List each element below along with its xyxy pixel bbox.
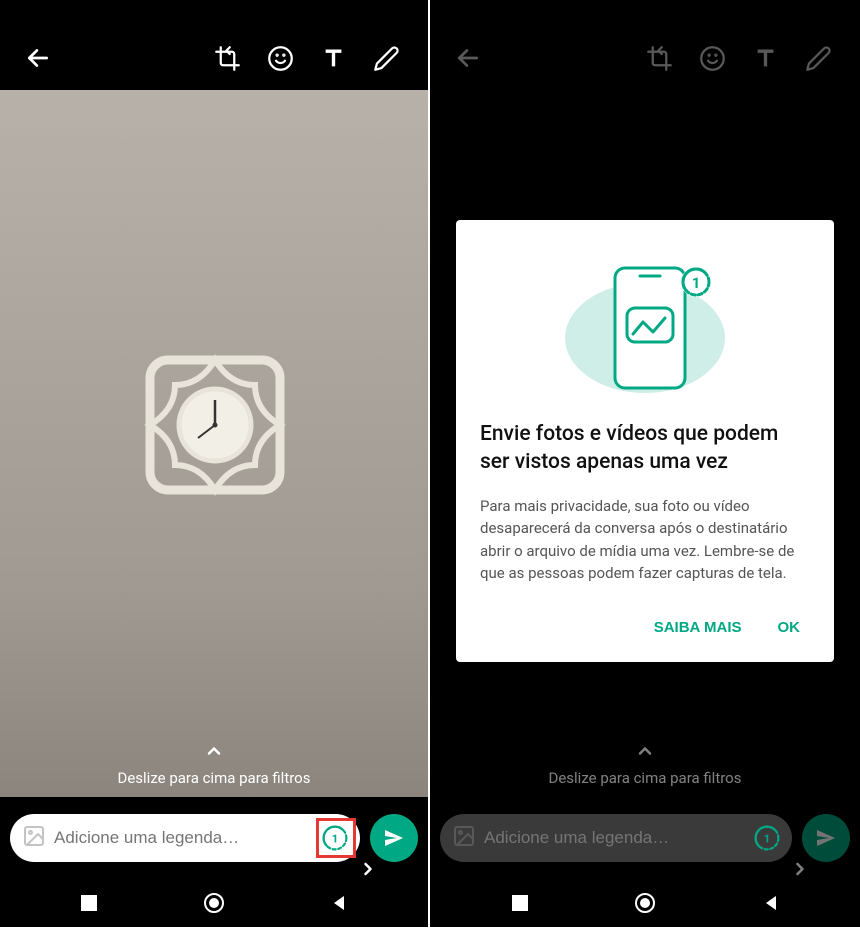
caption-row: 1 [440,814,850,862]
crop-rotate-button[interactable] [633,35,686,86]
text-button[interactable] [307,35,360,86]
caption-row: 1 [10,814,418,862]
screen-view-once-dialog: Deslize para cima para filtros 1 [430,0,860,927]
chevron-up-icon [635,741,655,761]
ok-button[interactable]: OK [774,611,805,644]
dialog-actions: SAIBA MAIS OK [480,611,810,650]
view-once-info-dialog: 1 Envie fotos e vídeos que podem ser vis… [456,220,834,662]
chevron-up-icon [204,741,224,761]
wall-clock-photo [140,350,290,500]
send-icon [382,826,406,850]
editor-toolbar [0,0,428,90]
swipe-hint: Deslize para cima para filtros [0,741,428,787]
tutorial-highlight [316,818,356,858]
emoji-button[interactable] [254,35,307,86]
text-button[interactable] [739,35,792,86]
home-icon [203,892,225,914]
dialog-body: Para mais privacidade, sua foto ou vídeo… [480,495,810,585]
crop-rotate-icon [646,45,673,72]
android-nav-bar [0,882,428,927]
text-icon [752,45,779,72]
caption-input[interactable] [54,828,318,848]
send-button[interactable] [370,814,418,862]
view-once-icon: 1 [753,824,781,852]
recent-apps-button[interactable] [486,884,554,926]
svg-text:1: 1 [692,274,701,292]
back-button[interactable] [445,35,491,85]
caption-input[interactable] [484,828,750,848]
chevron-right-icon [790,859,810,883]
home-icon [634,892,656,914]
crop-rotate-button[interactable] [201,35,254,86]
pencil-icon [805,45,832,72]
view-once-button[interactable]: 1 [750,821,784,855]
crop-rotate-icon [214,45,241,72]
emoji-button[interactable] [686,35,739,86]
nav-back-icon [330,894,348,912]
swipe-hint-label: Deslize para cima para filtros [549,769,742,787]
dialog-title: Envie fotos e vídeos que podem ser visto… [480,420,810,477]
gallery-icon[interactable] [22,824,46,852]
dialog-illustration: 1 [480,248,810,398]
pencil-icon [373,45,400,72]
send-button[interactable] [802,814,850,862]
recent-apps-icon [80,894,98,912]
media-preview: Deslize para cima para filtros [0,90,428,797]
screen-media-editor: Deslize para cima para filtros 1 [0,0,430,927]
draw-button[interactable] [360,35,413,86]
nav-back-button[interactable] [305,884,373,926]
caption-pill: 1 [10,814,360,862]
swipe-hint-label: Deslize para cima para filtros [118,769,311,787]
send-icon [814,826,838,850]
svg-text:1: 1 [764,831,771,845]
back-arrow-icon [25,45,51,71]
caption-pill: 1 [440,814,792,862]
home-button[interactable] [178,882,250,928]
emoji-icon [267,45,294,72]
android-nav-bar [430,882,860,927]
text-icon [320,45,347,72]
draw-button[interactable] [792,35,845,86]
emoji-icon [699,45,726,72]
back-button[interactable] [15,35,61,85]
back-arrow-icon [455,45,481,71]
gallery-icon[interactable] [452,824,476,852]
nav-back-button[interactable] [737,884,805,926]
chevron-right-icon [358,859,378,883]
home-button[interactable] [609,882,681,928]
editor-toolbar [430,0,860,90]
learn-more-button[interactable]: SAIBA MAIS [650,611,746,644]
recent-apps-button[interactable] [55,884,123,926]
recent-apps-icon [511,894,529,912]
nav-back-icon [762,894,780,912]
swipe-hint: Deslize para cima para filtros [430,741,860,787]
